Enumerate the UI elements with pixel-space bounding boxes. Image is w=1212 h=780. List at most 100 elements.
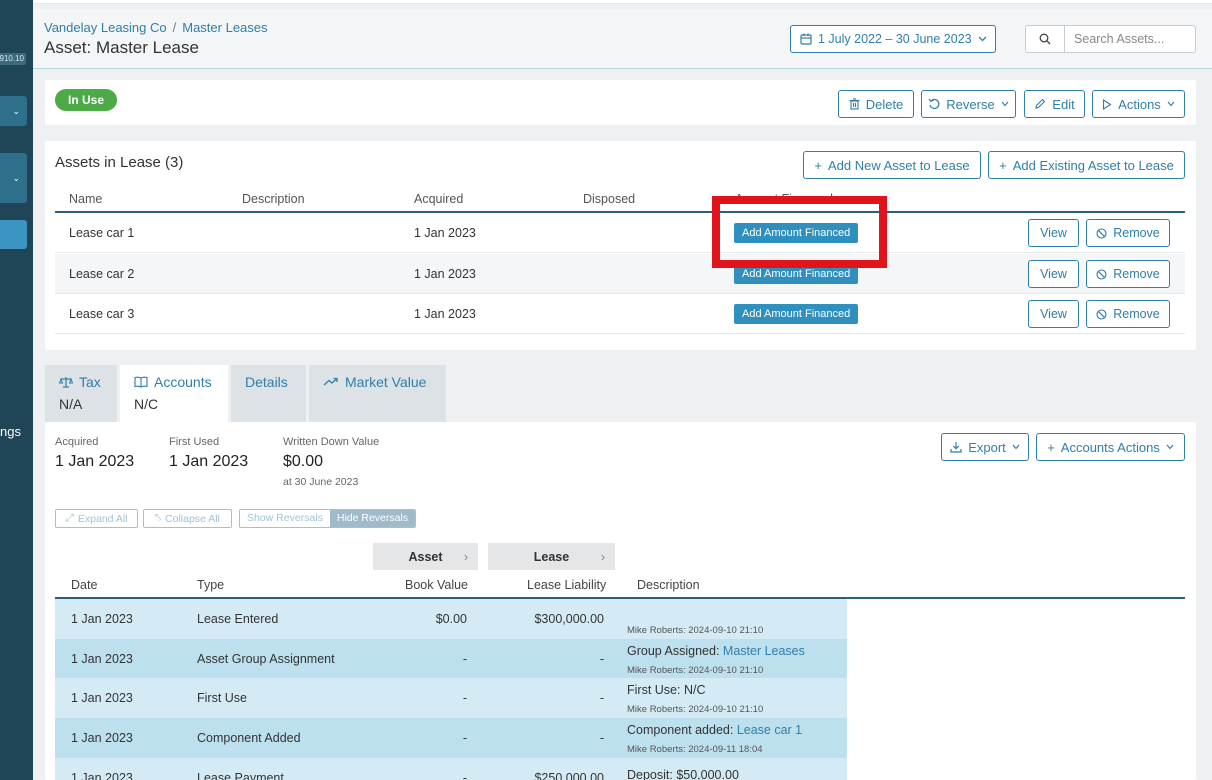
remove-button[interactable]: Remove [1086,219,1170,247]
tab-tax[interactable]: Tax N/A [45,365,117,422]
accounts-panel: Acquired 1 Jan 2023 First Used 1 Jan 202… [45,422,1196,780]
table-row: 1 Jan 2023 Asset Group Assignment - - Gr… [55,639,847,679]
add-existing-asset-label: Add Existing Asset to Lease [1012,157,1174,173]
play-icon [1103,98,1112,110]
tab-details-label-wrap: Details [245,374,288,390]
stat-label: Written Down Value [283,436,380,448]
actions-button[interactable]: Actions [1092,90,1185,118]
column-header-type[interactable]: Type [197,578,224,592]
description-link[interactable]: Master Leases [723,644,805,658]
chevron-down-icon [978,36,987,42]
row-lease-liability: - [599,652,604,666]
row-book-value: - [462,652,467,666]
remove-label: Remove [1113,307,1160,321]
remove-button[interactable]: Remove [1086,260,1170,288]
group-header-asset[interactable]: Asset › [373,543,478,570]
row-lease-liability: $300,000.00 [534,612,604,626]
tab-market-value[interactable]: Market Value [309,365,446,422]
view-button[interactable]: View [1028,219,1079,247]
remove-label: Remove [1113,226,1160,240]
row-book-value: - [462,691,467,705]
chevron-right-icon: › [600,549,605,564]
group-header-asset-label: Asset [408,549,443,564]
stat-value: $0.00 [283,453,324,470]
pencil-icon [1035,98,1046,109]
description-text: First Use: N/C [627,683,706,697]
chevron-down-icon [1167,101,1175,107]
status-badge: In Use [55,89,118,111]
delete-button[interactable]: Delete [838,90,914,118]
export-button[interactable]: Export [941,433,1029,461]
group-header-lease[interactable]: Lease › [488,543,615,570]
breadcrumb-separator: / [172,20,177,35]
search-button[interactable] [1026,26,1065,52]
row-type: First Use [197,691,247,705]
expand-all-label: Expand All [77,512,128,525]
sidebar-dropdown-1[interactable]: ⌄ [0,96,27,126]
expand-icon: ⤢ [65,512,74,524]
hide-reversals-option[interactable]: Hide Reversals [329,510,416,527]
breadcrumb-link-master-leases[interactable]: Master Leases [182,20,267,35]
edit-button[interactable]: Edit [1024,90,1085,118]
add-existing-asset-button[interactable]: + Add Existing Asset to Lease [988,151,1185,179]
description-link[interactable]: Lease car 1 [737,723,802,737]
collapse-all-button[interactable]: ⤣ Collapse All [143,509,232,528]
row-audit-meta: Mike Roberts: 2024-09-10 21:10 [627,625,764,636]
chevron-down-icon: ⌄ [12,172,20,183]
asset-acquired: 1 Jan 2023 [414,226,476,240]
row-date: 1 Jan 2023 [71,771,133,780]
add-new-asset-button[interactable]: + Add New Asset to Lease [803,151,981,179]
column-header-name[interactable]: Name [69,192,102,206]
accounts-actions-button[interactable]: + Accounts Actions [1036,433,1185,461]
view-button[interactable]: View [1028,300,1079,328]
table-row: 1 Jan 2023 Component Added - - Component… [55,718,847,758]
chevron-down-icon [1001,101,1009,107]
row-description: Component added: Lease car 1 [627,723,802,737]
table-row: Lease car 3 1 Jan 2023 Add Amount Financ… [55,294,1185,334]
show-reversals-option[interactable]: Show Reversals [240,510,330,527]
reverse-button[interactable]: Reverse [921,90,1016,118]
accounts-actions-label: Accounts Actions [1060,439,1160,455]
date-range-picker[interactable]: 1 July 2022 – 30 June 2023 [790,25,996,53]
column-header-acquired[interactable]: Acquired [414,192,463,206]
table-row: 1 Jan 2023 Lease Entered $0.00 $300,000.… [55,599,847,639]
expand-all-button[interactable]: ⤢ Expand All [55,509,138,528]
description-text: Group Assigned: [627,644,723,658]
stat-value: 1 Jan 2023 [55,453,135,470]
view-button[interactable]: View [1028,260,1079,288]
row-lease-liability: - [599,691,604,705]
sidebar-dropdown-2[interactable]: ⌄ [0,153,27,203]
calendar-icon [800,33,812,45]
remove-label: Remove [1113,267,1160,281]
row-description: Group Assigned: Master Leases [627,644,805,658]
asset-acquired: 1 Jan 2023 [414,307,476,321]
tab-details-label: Details [245,374,288,390]
column-header-description[interactable]: Description [637,578,700,592]
row-date: 1 Jan 2023 [71,731,133,745]
column-header-date[interactable]: Date [71,578,97,592]
tab-accounts-label-wrap: Accounts [134,374,212,390]
reverse-label: Reverse [946,96,995,112]
column-header-description[interactable]: Description [242,192,305,206]
stat-label: Acquired [55,436,99,448]
ban-icon [1096,308,1107,320]
search-icon [1039,33,1051,45]
row-book-value: - [462,731,467,745]
row-date: 1 Jan 2023 [71,652,133,666]
column-header-book-value[interactable]: Book Value [405,578,468,592]
sidebar-item-settings[interactable]: ngs [0,424,21,439]
download-icon [950,442,962,453]
tab-details[interactable]: Details [231,365,306,422]
column-header-disposed[interactable]: Disposed [583,192,635,206]
date-range-label: 1 July 2022 – 30 June 2023 [818,32,972,46]
status-panel: In Use Delete Reverse Edit Actions [45,80,1196,125]
search-input[interactable] [1065,26,1195,52]
add-amount-financed-button[interactable]: Add Amount Financed [734,304,859,324]
remove-button[interactable]: Remove [1086,300,1170,328]
column-header-lease-liability[interactable]: Lease Liability [527,578,606,592]
sidebar-active-item[interactable] [0,220,27,249]
stat-written-down-value: Written Down Value $0.00 at 30 June 2023 [283,436,379,488]
tab-accounts[interactable]: Accounts N/C [120,365,228,422]
ban-icon [1096,227,1107,239]
breadcrumb-link-company[interactable]: Vandelay Leasing Co [44,20,167,35]
